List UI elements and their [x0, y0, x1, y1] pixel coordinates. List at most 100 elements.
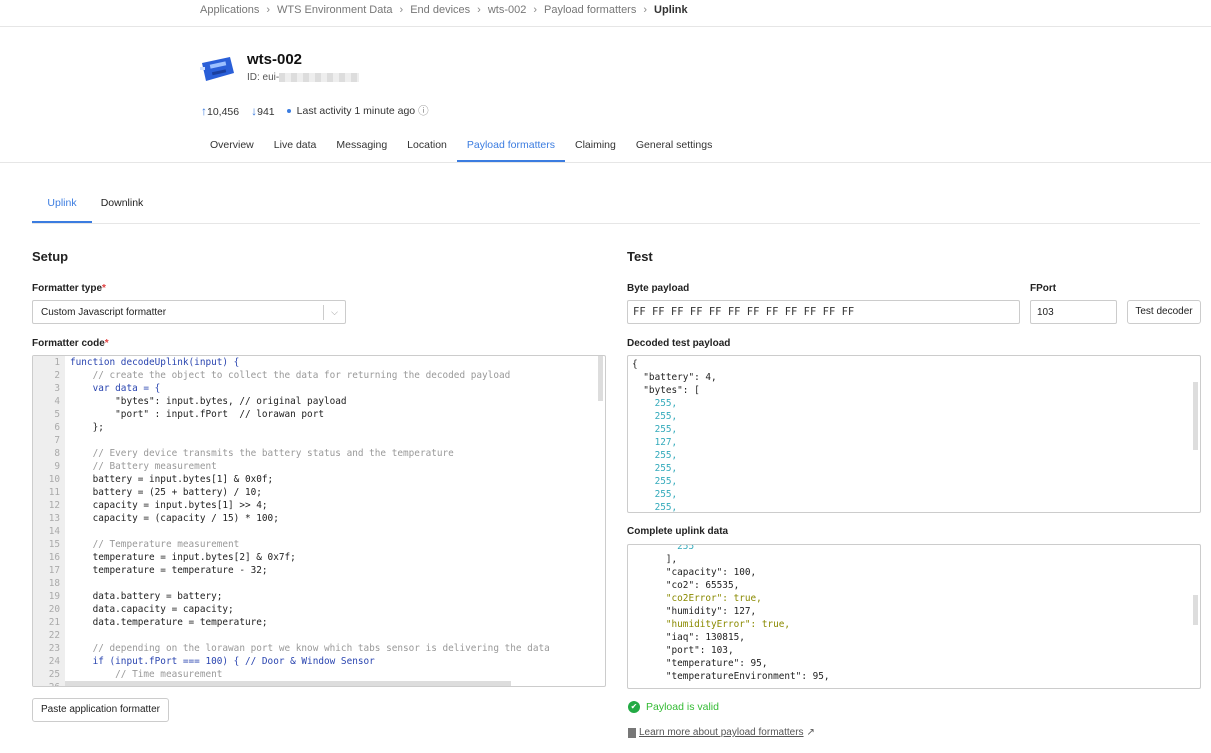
line-number: 7 [54, 435, 60, 446]
device-id: ID: eui- [247, 72, 360, 83]
redacted-id [279, 72, 360, 82]
chevron-right-icon: › [533, 4, 538, 16]
code-line: 7 [33, 434, 605, 447]
divider [0, 26, 1211, 27]
device-name: wts-002 [247, 51, 303, 68]
paste-application-formatter-button[interactable]: Paste application formatter [32, 698, 169, 722]
chevron-down-icon: ⌵ [323, 305, 345, 320]
code-line: 14 [33, 525, 605, 538]
chevron-right-icon: › [477, 4, 481, 16]
line-number: 17 [48, 565, 60, 576]
code-text: capacity = input.bytes[1] >> 4; [70, 500, 268, 511]
code-line: 13 capacity = (capacity / 15) * 100; [33, 512, 605, 525]
complete-uplink-output[interactable]: 255 ], "capacity": 100, "co2": 65535, "c… [627, 544, 1201, 689]
line-number: 18 [48, 578, 60, 589]
json-line: 255, [632, 476, 678, 487]
code-line: 17 temperature = temperature - 32; [33, 564, 605, 577]
chevron-right-icon: › [643, 4, 648, 16]
vertical-scrollbar[interactable] [598, 356, 603, 401]
byte-payload-label: Byte payload [627, 283, 690, 294]
chevron-right-icon: › [266, 4, 270, 16]
formatter-code-label: Formatter code* [32, 338, 109, 349]
downlink-value: 941 [257, 105, 275, 118]
breadcrumb-item[interactable]: Applications [200, 4, 259, 16]
fport-input[interactable]: 103 [1030, 300, 1117, 324]
tab-claiming[interactable]: Claiming [565, 139, 626, 162]
breadcrumb-item[interactable]: End devices [410, 4, 470, 16]
line-number: 26 [33, 681, 60, 686]
vertical-scrollbar[interactable] [1193, 595, 1198, 625]
tab-live-data[interactable]: Live data [264, 139, 327, 162]
code-line: 9 // Battery measurement [33, 460, 605, 473]
formatter-type-label: Formatter type* [32, 283, 106, 294]
code-line: 22 [33, 629, 605, 642]
tab-payload-formatters[interactable]: Payload formatters [456, 139, 565, 162]
device-stats: ↑10,456 ↓941 Last activity 1 minute ago … [201, 103, 429, 118]
breadcrumb-item: Uplink [654, 4, 688, 16]
line-number: 3 [54, 383, 60, 394]
code-text: temperature = input.bytes[2] & 0x7f; [70, 552, 296, 563]
json-line: 255, [632, 502, 678, 513]
last-activity: Last activity 1 minute ago ⓘ [286, 103, 429, 118]
code-text: function decodeUplink(input) { [70, 357, 240, 368]
code-line: 5 "port" : input.fPort // lorawan port [33, 408, 605, 421]
code-line: 19 data.battery = battery; [33, 590, 605, 603]
learn-more-link[interactable]: Learn more about payload formatters [639, 727, 804, 738]
line-number: 13 [48, 513, 60, 524]
code-line: 16 temperature = input.bytes[2] & 0x7f; [33, 551, 605, 564]
json-line: "iaq": 130815, [632, 632, 745, 643]
line-number: 25 [48, 669, 60, 680]
breadcrumb: Applications › WTS Environment Data › End de… [200, 4, 688, 16]
formatter-type-select[interactable]: Custom Javascript formatter ⌵ [32, 300, 346, 324]
test-decoder-button[interactable]: Test decoder [1127, 300, 1201, 324]
horizontal-scrollbar[interactable] [65, 681, 511, 686]
subtab-uplink[interactable]: Uplink [32, 197, 92, 223]
help-icon[interactable]: ⓘ [418, 105, 429, 117]
learn-more: Learn more about payload formatters ↗ [628, 727, 815, 738]
json-line: "battery": 4, [632, 372, 717, 383]
line-number: 14 [48, 526, 60, 537]
code-line: 18 [33, 577, 605, 590]
uplink-count: ↑10,456 [201, 104, 239, 118]
subtab-downlink[interactable]: Downlink [92, 197, 152, 223]
line-number: 16 [48, 552, 60, 563]
tab-overview[interactable]: Overview [200, 139, 264, 162]
breadcrumb-item[interactable]: Payload formatters [544, 4, 636, 16]
line-number: 4 [54, 396, 60, 407]
code-text: data.temperature = temperature; [70, 617, 268, 628]
code-line: 12 capacity = input.bytes[1] >> 4; [33, 499, 605, 512]
valid-text: Payload is valid [646, 701, 719, 713]
code-text: battery = input.bytes[1] & 0x0f; [70, 474, 274, 485]
breadcrumb-item[interactable]: wts-002 [488, 4, 527, 16]
vertical-scrollbar[interactable] [1193, 382, 1198, 450]
line-number: 11 [48, 487, 60, 498]
byte-payload-input[interactable]: FF FF FF FF FF FF FF FF FF FF FF FF [627, 300, 1020, 324]
formatter-code-editor[interactable]: 1 function decodeUplink(input) {2 // crea… [32, 355, 606, 687]
json-line: "co2": 65535, [632, 580, 740, 591]
code-text: capacity = (capacity / 15) * 100; [70, 513, 279, 524]
decoded-payload-output[interactable]: { "battery": 4, "bytes": [ 255, 255, 255… [627, 355, 1201, 513]
formatter-subtabs: Uplink Downlink [32, 197, 152, 223]
line-number: 2 [54, 370, 60, 381]
line-number: 22 [48, 630, 60, 641]
json-line: "temperature": 95, [632, 658, 768, 669]
divider [0, 162, 1211, 163]
json-line: 255, [632, 411, 678, 422]
breadcrumb-item[interactable]: WTS Environment Data [277, 4, 393, 16]
formatter-type-value: Custom Javascript formatter [41, 307, 167, 318]
json-line: "temperatureEnvironment": 95, [632, 671, 830, 682]
setup-heading: Setup [32, 249, 69, 264]
status-dot-icon [286, 109, 291, 114]
code-text: // Temperature measurement [70, 539, 240, 550]
code-text: // Every device transmits the battery st… [70, 448, 454, 459]
line-number: 23 [48, 643, 60, 654]
tab-messaging[interactable]: Messaging [326, 139, 397, 162]
tab-general-settings[interactable]: General settings [626, 139, 722, 162]
json-line: ], [632, 554, 678, 565]
tab-location[interactable]: Location [397, 139, 457, 162]
code-line: 25 // Time measurement [33, 668, 605, 681]
json-line: 255, [632, 398, 678, 409]
code-text: // Time measurement [70, 669, 223, 680]
line-number: 24 [48, 656, 60, 667]
code-text: "port" : input.fPort // lorawan port [70, 409, 324, 420]
